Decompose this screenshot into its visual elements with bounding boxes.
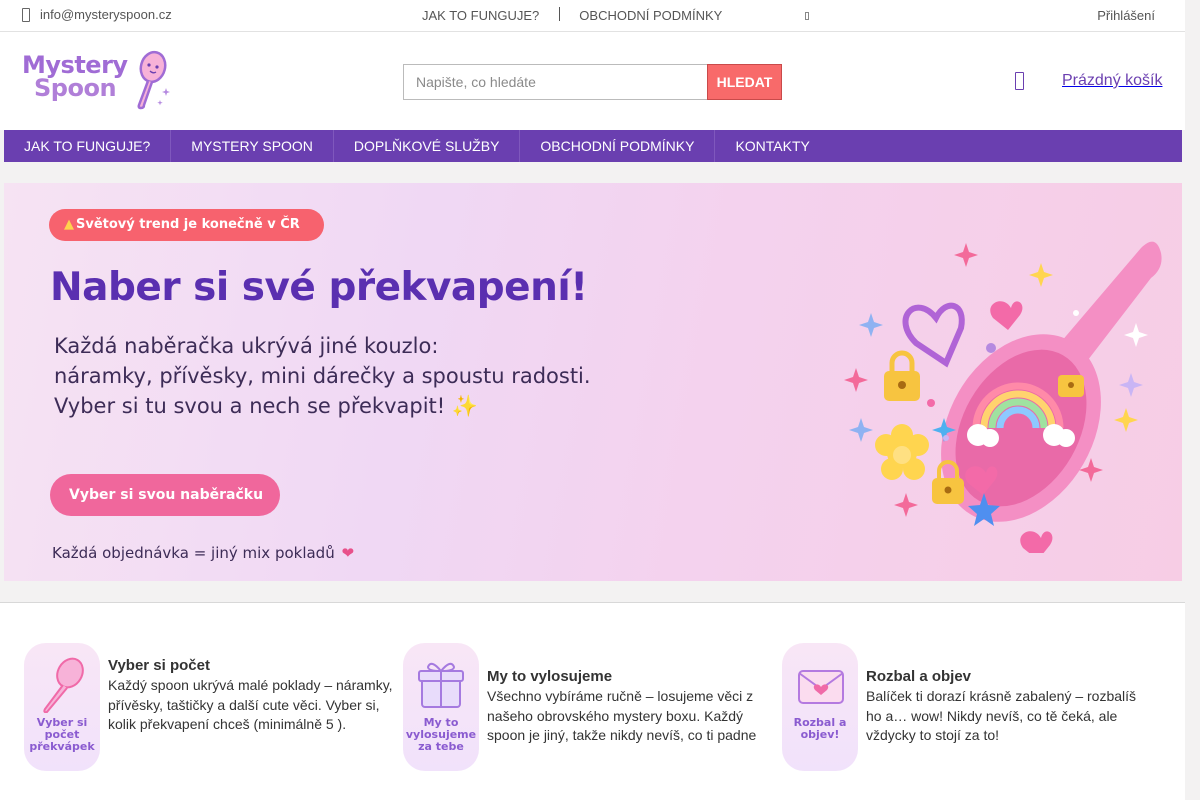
feature-card: My to vylosujeme za tebe My to vylosujem… bbox=[403, 643, 773, 771]
hero-subtext-line: náramky, přívěsky, mini dárečky a spoust… bbox=[54, 364, 591, 388]
how-it-works-section: Vyber si počet překvápek Vyber si počet … bbox=[0, 603, 1185, 800]
feature-title: Vyber si počet bbox=[108, 657, 210, 674]
feature-description: Balíček ti dorazí krásně zabalený – rozb… bbox=[866, 688, 1137, 743]
choose-spoon-button[interactable]: Vyber si svou naběračku bbox=[50, 474, 280, 516]
trend-pill-text: Světový trend je konečně v ČR bbox=[76, 217, 300, 232]
login-link[interactable]: Přihlášení bbox=[1097, 8, 1155, 23]
contact-email-text: info@mysteryspoon.cz bbox=[40, 7, 172, 22]
hero-subtext-line: Každá naběračka ukrývá jiné kouzlo: bbox=[54, 334, 439, 358]
logo-line-2: Spoon bbox=[34, 74, 117, 102]
top-link-terms[interactable]: OBCHODNÍ PODMÍNKY bbox=[579, 8, 722, 23]
nav-item-terms[interactable]: OBCHODNÍ PODMÍNKY bbox=[520, 130, 716, 162]
site-logo[interactable]: Mystery Spoon bbox=[22, 50, 172, 112]
spoon-icon bbox=[43, 657, 84, 713]
hero-subtext: Každá naběračka ukrývá jiné kouzlo: nára… bbox=[54, 331, 591, 421]
heart-icon: ❤ bbox=[341, 544, 355, 562]
nav-item-contacts[interactable]: KONTAKTY bbox=[715, 130, 829, 162]
search-input[interactable] bbox=[403, 64, 707, 100]
envelope-icon bbox=[798, 670, 844, 704]
search-form: HLEDAT bbox=[403, 64, 782, 100]
fire-icon: ▲ bbox=[64, 217, 74, 232]
feature-badge-text: Vyber si počet překvápek bbox=[29, 716, 95, 753]
cart-label: Prázdný košík bbox=[1062, 72, 1163, 89]
spoon-logo-icon bbox=[137, 50, 170, 110]
main-nav: JAK TO FUNGUJE? MYSTERY SPOON DOPLŇKOVÉ … bbox=[4, 130, 1182, 162]
top-links: JAK TO FUNGUJE? OBCHODNÍ PODMÍNKY bbox=[422, 6, 722, 23]
hero-subtext-line: Vyber si tu svou a nech se překvapit! ✨ bbox=[54, 394, 479, 418]
site-header: Mystery Spoon HLEDAT Prázdný košík bbox=[0, 32, 1185, 130]
search-button[interactable]: HLEDAT bbox=[707, 64, 782, 100]
spoon-illustration bbox=[844, 241, 1162, 553]
hero-footer-text: Každá objednávka = jiný mix pokladů bbox=[52, 544, 335, 562]
top-bar: info@mysteryspoon.cz JAK TO FUNGUJE? OBC… bbox=[0, 0, 1185, 32]
placeholder-icon bbox=[805, 12, 809, 20]
feature-badge-text: My to vylosujeme za tebe bbox=[405, 716, 477, 753]
feature-text: Rozbal a objev Balíček ti dorazí krásně … bbox=[866, 643, 1152, 771]
feature-badge: My to vylosujeme za tebe bbox=[403, 643, 479, 771]
top-link-separator bbox=[559, 6, 561, 21]
cart-link[interactable]: Prázdný košík bbox=[1015, 72, 1162, 90]
feature-badge-text: Rozbal a objev! bbox=[793, 716, 847, 741]
feature-title: My to vylosujeme bbox=[487, 668, 613, 685]
feature-badge: Vyber si počet překvápek bbox=[24, 643, 100, 771]
feature-badge: Rozbal a objev! bbox=[782, 643, 858, 771]
cart-icon bbox=[1015, 72, 1024, 90]
logo-wordmark: Mystery Spoon bbox=[22, 53, 128, 102]
hero-headline: Naber si své překvapení! bbox=[50, 265, 588, 310]
feature-description: Všechno vybíráme ručně – losujeme věci z… bbox=[487, 688, 757, 743]
nav-item-how-it-works[interactable]: JAK TO FUNGUJE? bbox=[4, 130, 172, 162]
contact-email[interactable]: info@mysteryspoon.cz bbox=[22, 7, 172, 22]
trend-pill: ▲ Světový trend je konečně v ČR bbox=[49, 209, 324, 241]
feature-title: Rozbal a objev bbox=[866, 668, 972, 685]
hero-banner[interactable]: ▲ Světový trend je konečně v ČR Naber si … bbox=[4, 183, 1182, 581]
feature-description: Každý spoon ukrývá malé poklady – náramk… bbox=[108, 677, 393, 732]
top-link-how-it-works[interactable]: JAK TO FUNGUJE? bbox=[422, 8, 539, 23]
nav-item-mystery-spoon[interactable]: MYSTERY SPOON bbox=[171, 130, 334, 162]
feature-card: Rozbal a objev! Rozbal a objev Balíček t… bbox=[782, 643, 1152, 771]
hero-footer-note: Každá objednávka = jiný mix pokladů ❤ bbox=[52, 544, 354, 562]
nav-item-extra-services[interactable]: DOPLŇKOVÉ SLUŽBY bbox=[334, 130, 521, 162]
phone-icon bbox=[22, 7, 30, 22]
gift-icon bbox=[418, 662, 464, 708]
feature-text: My to vylosujeme Všechno vybíráme ručně … bbox=[487, 643, 773, 771]
feature-text: Vyber si počet Každý spoon ukrývá malé p… bbox=[108, 643, 396, 771]
feature-card: Vyber si počet překvápek Vyber si počet … bbox=[24, 643, 396, 771]
